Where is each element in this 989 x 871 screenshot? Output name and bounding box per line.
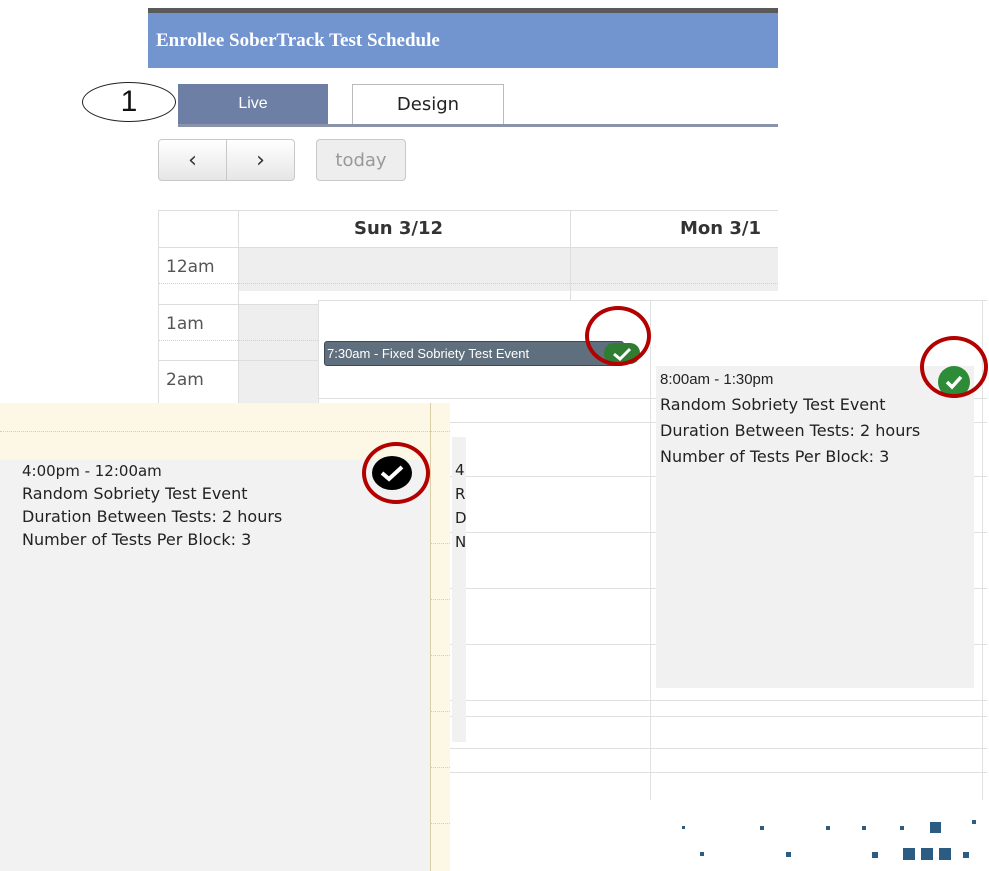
time-label-2am: 2am [166, 370, 204, 390]
event-title: Random Sobriety Test Event [660, 395, 886, 414]
event-duration: Duration Between Tests: 2 hours [22, 507, 283, 526]
decor-square [786, 852, 791, 857]
grid-line [0, 431, 450, 432]
annotation-ring [920, 336, 988, 398]
grid-line [318, 300, 987, 301]
chevron-right-icon: › [256, 147, 265, 173]
page-title: Enrollee SoberTrack Test Schedule [156, 30, 440, 51]
time-label-12am: 12am [166, 257, 215, 277]
today-button[interactable]: today [316, 139, 406, 181]
decor-square [963, 852, 969, 858]
grid-line [158, 210, 159, 405]
decor-square [921, 848, 933, 860]
overlapped-text: N [455, 533, 467, 551]
decor-square [903, 848, 915, 860]
tab-design[interactable]: Design [352, 84, 504, 124]
decor-square [930, 822, 941, 833]
overlapped-event[interactable] [452, 437, 466, 742]
annotation-ring [585, 306, 651, 366]
chevron-left-icon: ‹ [188, 147, 197, 173]
grid-line [238, 210, 239, 405]
decor-square [700, 852, 704, 856]
event-duration: Duration Between Tests: 2 hours [660, 421, 921, 440]
tab-underline [178, 124, 778, 127]
grid-line [650, 300, 651, 800]
grid-line [430, 403, 431, 871]
decor-square [862, 826, 866, 830]
grid-line [158, 247, 778, 248]
overlapped-text: D [455, 509, 467, 527]
event-title: Random Sobriety Test Event [22, 484, 248, 503]
event-time: 4:00pm - 12:00am [22, 462, 162, 480]
decor-square [900, 826, 904, 830]
tab-live[interactable]: Live [178, 84, 328, 124]
event-count: Number of Tests Per Block: 3 [660, 447, 890, 466]
slot-12am[interactable] [238, 247, 778, 291]
decor-square [872, 852, 878, 858]
event-count: Number of Tests Per Block: 3 [22, 530, 252, 549]
grid-line [158, 283, 778, 284]
next-button[interactable]: › [226, 139, 295, 181]
decor-square [972, 820, 976, 824]
step-marker: 1 [82, 82, 176, 122]
day-header-mon[interactable]: Mon 3/1 [680, 218, 761, 239]
overlapped-text: 4 [455, 461, 465, 479]
fixed-test-event[interactable]: 7:30am - Fixed Sobriety Test Event [324, 341, 624, 366]
grid-line [158, 210, 778, 211]
slot-early[interactable] [238, 304, 318, 405]
decor-square [826, 826, 830, 830]
overlapped-text: R [455, 485, 466, 503]
annotation-ring [362, 442, 430, 504]
decor-square [760, 826, 764, 830]
decor-square [939, 848, 951, 860]
event-time: 8:00am - 1:30pm [660, 371, 774, 388]
day-header-sun[interactable]: Sun 3/12 [354, 218, 443, 239]
decor-square [682, 826, 685, 829]
prev-button[interactable]: ‹ [158, 139, 227, 181]
time-label-1am: 1am [166, 314, 204, 334]
